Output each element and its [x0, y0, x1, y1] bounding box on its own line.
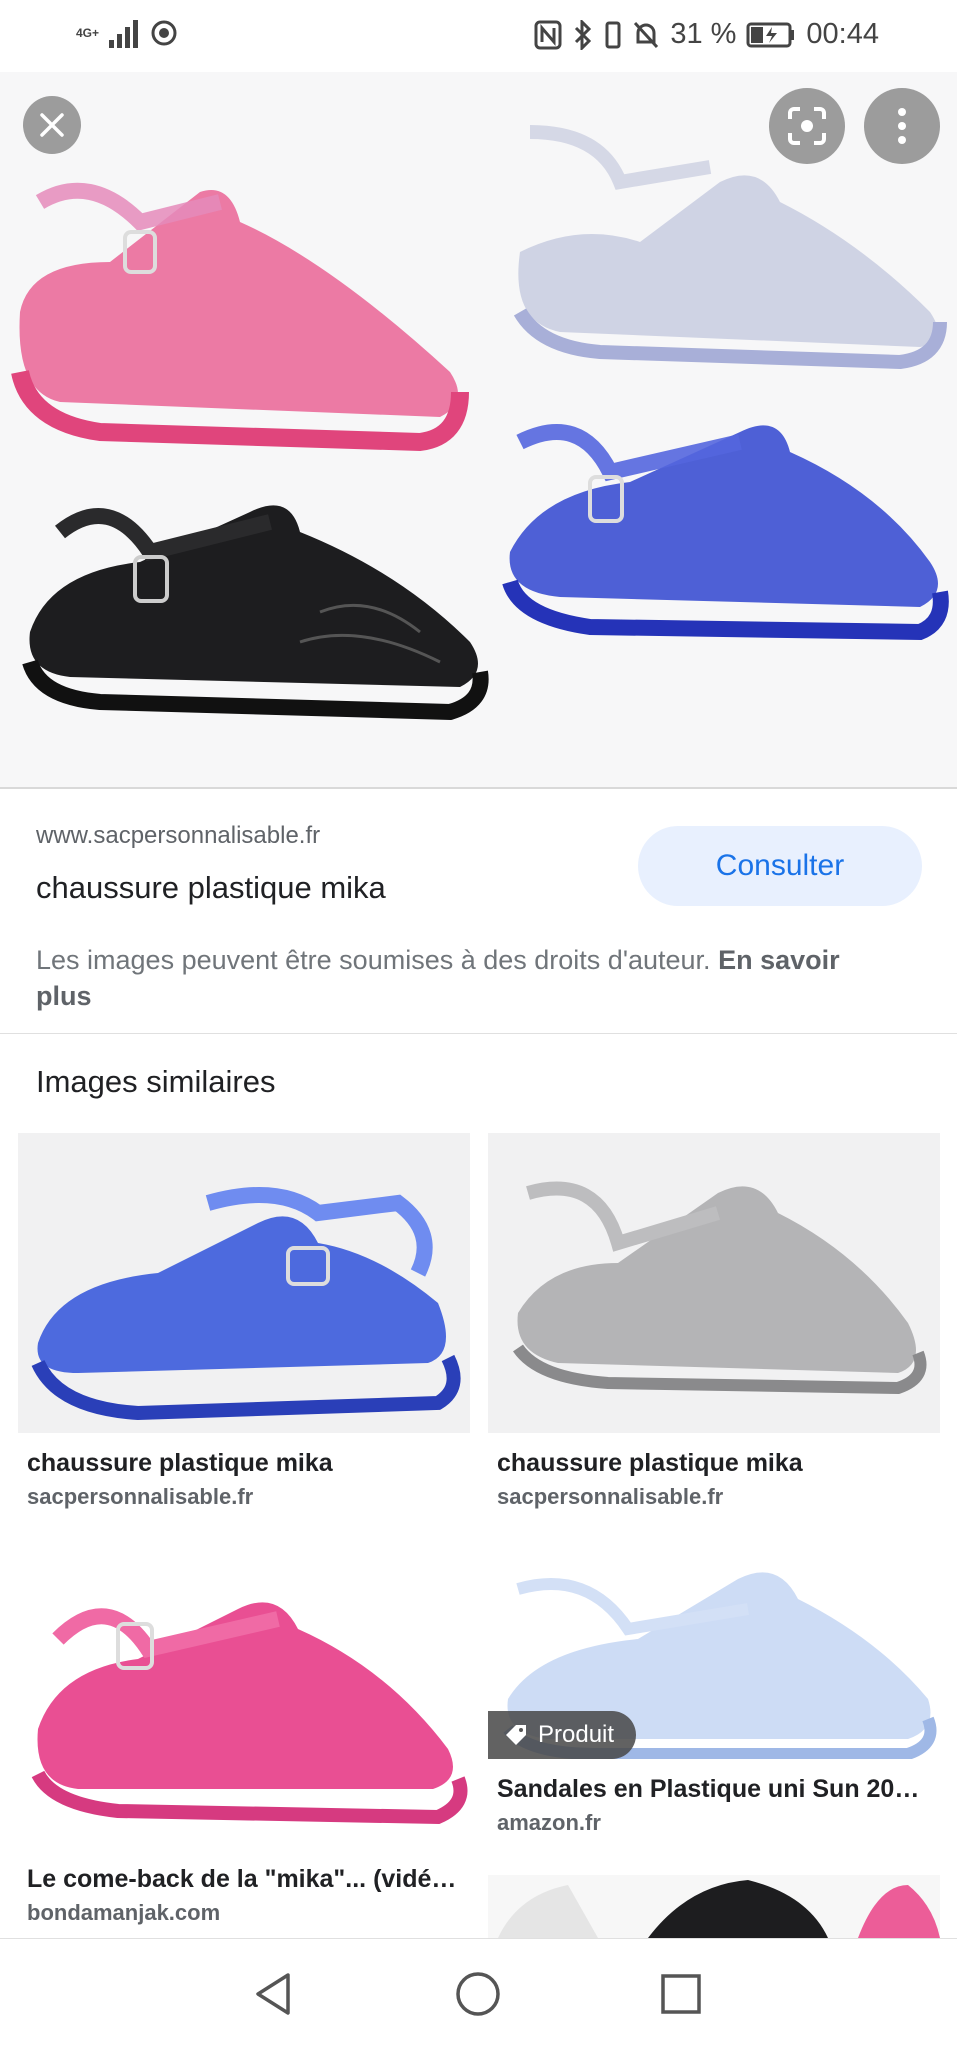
similar-image-title: chaussure plastique mika	[497, 1449, 803, 1477]
similar-image-thumb[interactable]	[488, 1875, 940, 1938]
network-type: 4G+	[76, 26, 100, 40]
more-options-button[interactable]	[864, 88, 940, 164]
status-bar: 4G+ 31 % 00:44	[0, 0, 957, 72]
similar-image-title: Le come-back de la "mika"... (vidéo)...	[27, 1865, 461, 1893]
product-badge: Produit	[488, 1711, 637, 1759]
hotspot-icon	[151, 20, 177, 46]
similar-image-card[interactable]: Le come-back de la "mika"... (vidéo)... …	[18, 1549, 470, 1926]
consult-button[interactable]: Consulter	[638, 826, 922, 906]
status-left: 4G+	[76, 18, 179, 48]
image-title[interactable]: chaussure plastique mika	[36, 870, 386, 906]
main-image[interactable]	[0, 72, 957, 788]
lens-button[interactable]	[769, 88, 845, 164]
vibrate-icon	[605, 21, 621, 48]
similar-image-thumb[interactable]	[18, 1133, 470, 1433]
similar-image-card[interactable]: chaussure plastique mika sacpersonnalisa…	[18, 1133, 470, 1510]
divider	[0, 1033, 957, 1034]
source-url[interactable]: www.sacpersonnalisable.fr	[36, 822, 320, 850]
back-icon[interactable]	[250, 1971, 296, 2017]
sandals-collage	[11, 125, 949, 721]
system-navigation-bar	[0, 1938, 957, 2048]
product-badge-label: Produit	[538, 1721, 615, 1748]
bluetooth-icon	[575, 19, 592, 50]
home-icon[interactable]	[455, 1971, 501, 2017]
recents-icon[interactable]	[660, 1973, 702, 2015]
battery-percent: 31 %	[670, 18, 737, 50]
battery-charging-icon	[746, 22, 795, 47]
more-vert-icon	[898, 108, 906, 144]
similar-image-card[interactable]: Produit Sandales en Plastique uni Sun 20…	[488, 1549, 940, 1836]
tag-icon	[506, 1725, 526, 1745]
similar-image-title: chaussure plastique mika	[27, 1449, 333, 1477]
similar-image-thumb[interactable]: Produit	[488, 1549, 940, 1759]
similar-image-source: sacpersonnalisable.fr	[497, 1484, 724, 1509]
close-button[interactable]	[23, 96, 81, 154]
similar-image-card[interactable]	[488, 1875, 940, 1938]
similar-image-card[interactable]: chaussure plastique mika sacpersonnalisa…	[488, 1133, 940, 1510]
signal-icon	[109, 20, 139, 48]
google-lens-icon	[788, 107, 826, 145]
mute-bell-icon	[634, 21, 659, 48]
clock: 00:44	[806, 18, 879, 50]
close-icon	[40, 113, 64, 137]
copyright-notice: Les images peuvent être soumises à des d…	[36, 942, 896, 1014]
similar-image-source: amazon.fr	[497, 1810, 601, 1835]
similar-image-source: bondamanjak.com	[27, 1900, 221, 1925]
status-right: 31 % 00:44	[534, 18, 879, 51]
divider	[0, 787, 957, 789]
similar-image-source: sacpersonnalisable.fr	[27, 1484, 254, 1509]
similar-image-thumb[interactable]	[488, 1133, 940, 1433]
nfc-icon	[534, 20, 562, 49]
copyright-text: Les images peuvent être soumises à des d…	[36, 945, 711, 975]
similar-images-heading: Images similaires	[36, 1064, 276, 1099]
similar-image-thumb[interactable]	[18, 1549, 470, 1849]
similar-image-title: Sandales en Plastique uni Sun 201C...	[497, 1775, 931, 1803]
